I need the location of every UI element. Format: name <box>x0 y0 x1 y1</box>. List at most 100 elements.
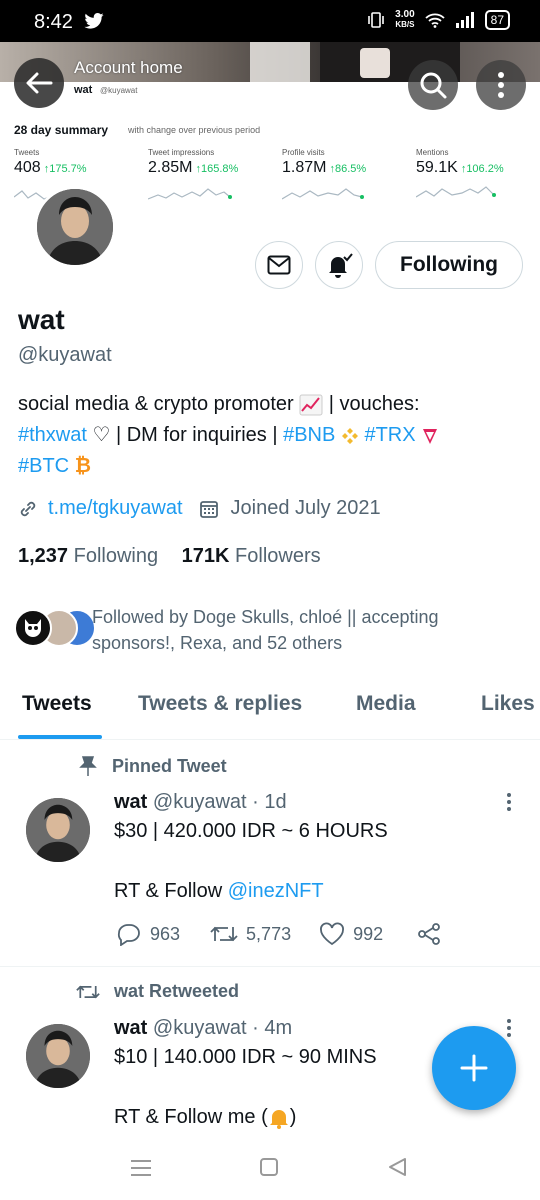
tweet-divider <box>0 966 540 967</box>
net-speed-value: 3.00 <box>395 9 415 20</box>
avatar-photo <box>37 189 113 265</box>
bio-text: ♡ | DM for inquiries | <box>86 424 284 446</box>
stat-change-value: 175.7% <box>49 163 87 175</box>
back-nav-icon[interactable] <box>386 1156 408 1178</box>
stat-value: 2.85M <box>148 159 193 176</box>
more-vertical-icon <box>498 72 504 98</box>
tweet-author-name[interactable]: wat <box>114 791 147 813</box>
calendar-icon <box>199 500 218 518</box>
stat-tweets[interactable]: Tweets 408 ↑175.7% <box>14 148 144 177</box>
following-count-link[interactable]: 1,237 Following <box>18 545 158 567</box>
reply-icon <box>117 924 140 946</box>
hashtag-bnb[interactable]: #BNB <box>283 424 335 446</box>
followers-label: Followers <box>235 545 321 567</box>
heart-icon <box>320 922 345 946</box>
tweet-mention[interactable]: @inezNFT <box>228 880 324 902</box>
sparkline-profile-visits <box>282 188 364 200</box>
doge-skulls-avatar <box>14 609 52 647</box>
status-time: 8:42 <box>34 11 73 33</box>
summary-title: 28 day summary <box>14 123 109 137</box>
followed-by-avatars[interactable] <box>14 609 96 649</box>
like-button[interactable]: 992 <box>319 922 383 946</box>
retweeted-label-text: wat Retweeted <box>114 981 240 1001</box>
tweet-avatar[interactable] <box>26 1024 90 1088</box>
tweet-more-icon[interactable] <box>506 1018 512 1038</box>
tab-tweets[interactable]: Tweets <box>22 692 92 716</box>
pinned-label-text: Pinned Tweet <box>112 755 227 776</box>
home-icon[interactable] <box>258 1156 280 1178</box>
profile-bio: social media & crypto promoter | vouches… <box>18 389 518 482</box>
share-icon <box>418 923 441 945</box>
like-count: 992 <box>353 923 384 944</box>
followed-by-text[interactable]: Followed by Doge Skulls, chloé || accept… <box>92 604 512 656</box>
profile-handle: @kuyawat <box>18 344 112 366</box>
trx-emoji-icon <box>421 427 439 445</box>
status-bar: 8:42 3.00 KB/S 87 <box>0 0 540 42</box>
followers-count-link[interactable]: 171K Followers <box>182 545 321 567</box>
bnb-emoji-icon <box>341 427 359 445</box>
arrow-left-icon <box>26 72 53 94</box>
stat-value: 59.1K <box>416 159 458 176</box>
stat-change-value: 165.8% <box>200 163 239 175</box>
tweet-time: · 4m <box>252 1017 293 1039</box>
follow-counts: 1,237 Following 171K Followers <box>18 545 321 568</box>
tweet-more-icon[interactable] <box>506 792 512 812</box>
retweet-icon <box>210 926 238 942</box>
hashtag-trx[interactable]: #TRX <box>364 424 415 446</box>
header-account-name: wat <box>74 84 93 96</box>
stat-label: Mentions <box>416 148 449 157</box>
bio-text: social media & crypto promoter <box>18 393 294 415</box>
following-button[interactable]: Following <box>375 241 523 289</box>
tweet-author-name[interactable]: wat <box>114 1017 147 1039</box>
reply-button[interactable]: 963 <box>116 922 180 946</box>
tweet-author-handle: @kuyawat <box>152 791 247 813</box>
stat-change: ↑106.2% <box>460 163 504 175</box>
reply-count: 963 <box>150 923 181 944</box>
status-icons: 3.00 KB/S 87 <box>367 10 510 30</box>
net-speed-unit: KB/S <box>395 20 415 29</box>
profile-avatar[interactable] <box>34 186 116 268</box>
twitter-bird-icon <box>84 13 104 29</box>
retweeted-label: wat Retweeted <box>76 981 239 1002</box>
followers-count: 171K <box>181 545 230 567</box>
tab-media[interactable]: Media <box>356 692 416 716</box>
stat-change: ↑175.7% <box>43 163 87 175</box>
recent-apps-icon[interactable] <box>130 1158 152 1178</box>
tab-likes[interactable]: Likes <box>481 692 535 716</box>
stat-profile-visits[interactable]: Profile visits 1.87M ↑86.5% <box>282 148 412 177</box>
header-account-handle: @kuyawat <box>100 86 138 95</box>
active-tab-indicator <box>18 735 102 739</box>
tweet-text: $30 | 420.000 IDR ~ 6 HOURS RT & Follow … <box>114 816 514 906</box>
retweet-button[interactable]: 5,773 <box>210 923 291 945</box>
stat-label: Profile visits <box>282 148 325 157</box>
tweet-header: wat @kuyawat · 4m <box>114 1017 292 1040</box>
stat-change-value: 106.2% <box>466 163 504 175</box>
joined-date: Joined July 2021 <box>230 497 381 519</box>
tab-tweets-replies[interactable]: Tweets & replies <box>138 692 302 716</box>
sparkline-impressions <box>148 188 232 200</box>
profile-link[interactable]: t.me/tgkuyawat <box>48 497 183 520</box>
btc-emoji-icon: ₿ <box>74 455 91 478</box>
chart-emoji-icon <box>299 394 323 416</box>
stat-change: ↑86.5% <box>329 163 367 175</box>
tweet-avatar[interactable] <box>26 798 90 862</box>
account-home-link[interactable]: Account home <box>74 58 183 78</box>
share-button[interactable] <box>417 922 441 946</box>
hashtag-btc[interactable]: #BTC <box>18 455 69 477</box>
notifications-button[interactable] <box>315 241 363 289</box>
more-options-button[interactable] <box>476 60 526 110</box>
tweet-header: wat @kuyawat · 1d <box>114 791 287 814</box>
stat-impressions[interactable]: Tweet impressions 2.85M ↑165.8% <box>148 148 278 177</box>
back-button[interactable] <box>14 58 64 108</box>
search-button[interactable] <box>408 60 458 110</box>
pinned-tweet-label: Pinned Tweet <box>78 755 227 777</box>
message-button[interactable] <box>255 241 303 289</box>
hashtag-thxwat[interactable]: #thxwat <box>18 424 87 446</box>
tweet-author-handle: @kuyawat <box>152 1017 247 1039</box>
tweet-time: · 1d <box>252 791 287 813</box>
profile-tabs: Tweets Tweets & replies Media Likes <box>0 680 540 740</box>
stat-value: 408 <box>14 159 41 176</box>
stat-mentions[interactable]: Mentions 59.1K ↑106.2% <box>416 148 540 177</box>
compose-tweet-button[interactable] <box>432 1026 516 1110</box>
search-icon <box>420 72 447 99</box>
